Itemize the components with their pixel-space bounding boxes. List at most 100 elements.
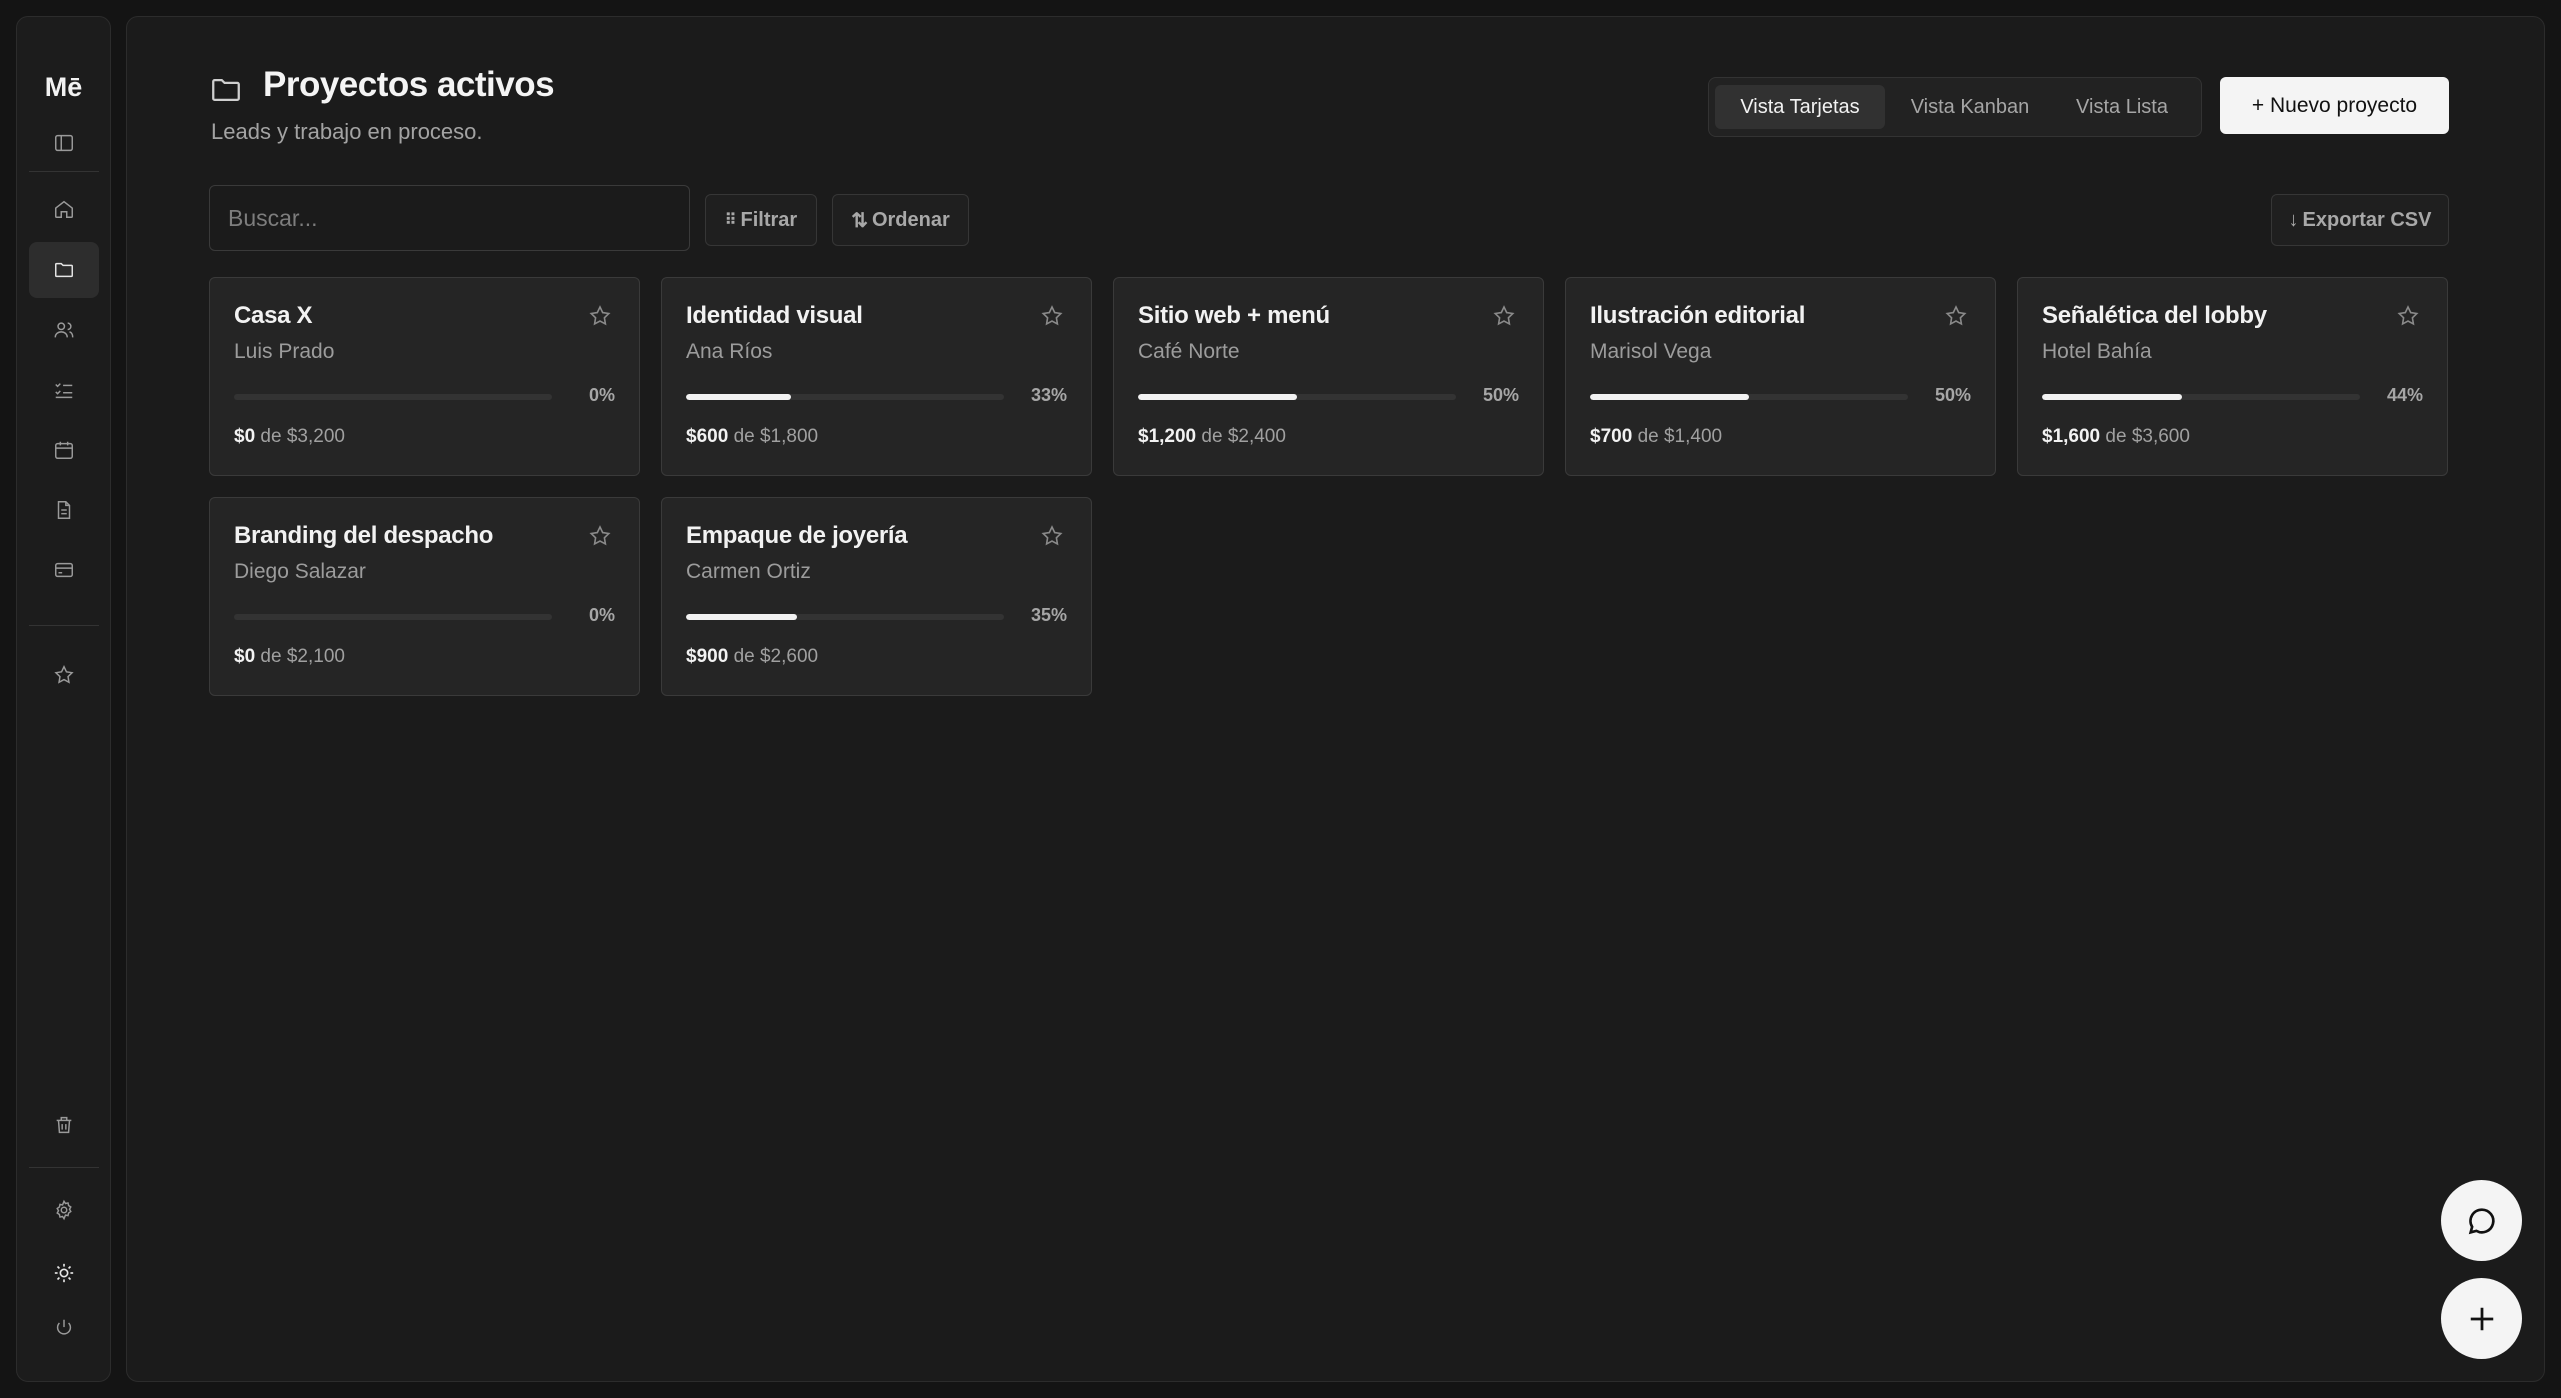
project-title: Ilustración editorial [1590, 302, 1806, 329]
chat-bubble-icon [2468, 1207, 2495, 1234]
plus-icon [2470, 1307, 2493, 1330]
project-title: Casa X [234, 302, 313, 329]
filter-label: Filtrar [740, 208, 798, 231]
download-arrow-icon: ↓ [2288, 208, 2299, 231]
progress-percent: 44% [2386, 385, 2423, 405]
sidebar-divider [29, 171, 99, 172]
panel-left-icon [55, 134, 73, 152]
progress-fill [1138, 394, 1297, 400]
project-card[interactable]: Identidad visual Ana Ríos 33% $600 de $1… [661, 277, 1092, 476]
project-amount: $0 de $2,100 [234, 646, 345, 668]
amount-connector: de [2105, 426, 2127, 447]
amount-total: $3,200 [286, 426, 345, 447]
sidebar-item-trash[interactable] [29, 1097, 99, 1153]
progress-fill [1590, 394, 1749, 400]
sidebar-item-documents[interactable] [29, 482, 99, 538]
chat-button[interactable] [2441, 1180, 2522, 1261]
logout-button[interactable] [29, 1300, 99, 1356]
sidebar-item-projects[interactable] [29, 242, 99, 298]
project-title: Sitio web + menú [1138, 302, 1330, 329]
star-icon[interactable] [2396, 304, 2420, 328]
folder-icon [55, 262, 73, 278]
folder-icon [212, 78, 240, 102]
progress-track [686, 394, 1004, 400]
progress-track [234, 614, 552, 620]
gear-icon [56, 1199, 72, 1221]
progress-percent: 35% [1030, 605, 1067, 625]
amount-paid: $600 [686, 426, 729, 447]
sort-button[interactable]: ⇅ Ordenar [832, 194, 969, 246]
project-card[interactable]: Empaque de joyería Carmen Ortiz 35% $900… [661, 497, 1092, 696]
project-card[interactable]: Ilustración editorial Marisol Vega 50% $… [1565, 277, 1996, 476]
project-amount: $600 de $1,800 [686, 426, 818, 448]
star-icon[interactable] [1040, 304, 1064, 328]
view-switcher: Vista Tarjetas Vista Kanban Vista Lista [1708, 77, 2202, 137]
star-icon [54, 665, 74, 684]
project-card[interactable]: Branding del despacho Diego Salazar 0% $… [209, 497, 640, 696]
calendar-icon [55, 441, 73, 459]
amount-paid: $0 [234, 646, 256, 667]
amount-connector: de [1637, 426, 1659, 447]
project-client: Luis Prado [234, 340, 335, 363]
page-subtitle: Leads y trabajo en proceso. [211, 119, 483, 144]
file-icon [57, 501, 71, 519]
amount-connector: de [733, 646, 755, 667]
project-title: Señalética del lobby [2042, 302, 2267, 329]
project-amount: $0 de $3,200 [234, 426, 345, 448]
amount-paid: $1,600 [2042, 426, 2101, 447]
power-icon [56, 1319, 72, 1335]
star-icon[interactable] [588, 524, 612, 548]
add-fab-button[interactable] [2441, 1278, 2522, 1359]
sidebar-item-tasks[interactable] [29, 362, 99, 418]
project-client: Café Norte [1138, 340, 1240, 363]
project-card[interactable]: Sitio web + menú Café Norte 50% $1,200 d… [1113, 277, 1544, 476]
filter-button[interactable]: ⠿ Filtrar [705, 194, 817, 246]
amount-connector: de [1201, 426, 1223, 447]
sidebar-divider [29, 1167, 99, 1168]
project-title: Empaque de joyería [686, 522, 908, 549]
users-icon [54, 322, 74, 338]
credit-card-icon [55, 562, 73, 578]
amount-paid: $900 [686, 646, 729, 667]
drag-dots-icon: ⠿ [724, 212, 737, 229]
star-icon[interactable] [588, 304, 612, 328]
tab-vista-kanban[interactable]: Vista Kanban [1897, 85, 2043, 129]
star-icon[interactable] [1492, 304, 1516, 328]
progress-percent: 0% [588, 385, 615, 405]
progress-track [234, 394, 552, 400]
project-client: Hotel Bahía [2042, 340, 2152, 363]
star-icon[interactable] [1944, 304, 1968, 328]
sidebar-item-settings[interactable] [29, 1182, 99, 1238]
sidebar-item-calendar[interactable] [29, 422, 99, 478]
tab-vista-lista[interactable]: Vista Lista [2051, 85, 2193, 129]
project-client: Diego Salazar [234, 560, 366, 583]
project-card[interactable]: Casa X Luis Prado 0% $0 de $3,200 [209, 277, 640, 476]
project-client: Marisol Vega [1590, 340, 1712, 363]
amount-total: $1,800 [759, 426, 819, 447]
amount-total: $2,100 [286, 646, 345, 667]
theme-toggle-button[interactable] [29, 1245, 99, 1301]
search-input[interactable] [209, 185, 690, 251]
new-project-button[interactable]: + Nuevo proyecto [2220, 77, 2449, 134]
progress-fill [686, 394, 791, 400]
sort-label: Ordenar [871, 208, 950, 231]
project-title: Identidad visual [686, 302, 863, 329]
amount-paid: $700 [1590, 426, 1633, 447]
star-icon[interactable] [1040, 524, 1064, 548]
amount-total: $2,600 [759, 646, 819, 667]
tab-vista-tarjetas[interactable]: Vista Tarjetas [1715, 85, 1885, 129]
sidebar-item-home[interactable] [29, 181, 99, 237]
project-client: Carmen Ortiz [686, 560, 811, 583]
sidebar-toggle-button[interactable] [29, 115, 99, 171]
export-csv-button[interactable]: ↓ Exportar CSV [2271, 194, 2449, 246]
sort-arrows-icon: ⇅ [851, 209, 868, 232]
progress-track [1138, 394, 1456, 400]
sidebar-item-clients[interactable] [29, 302, 99, 358]
sidebar-item-favorites[interactable] [29, 647, 99, 703]
page-title: Proyectos activos [263, 65, 555, 104]
sidebar-item-payments[interactable] [29, 542, 99, 598]
progress-percent: 0% [588, 605, 615, 625]
project-card[interactable]: Señalética del lobby Hotel Bahía 44% $1,… [2017, 277, 2448, 476]
sidebar: Mē [16, 16, 111, 1382]
project-amount: $700 de $1,400 [1590, 426, 1722, 448]
